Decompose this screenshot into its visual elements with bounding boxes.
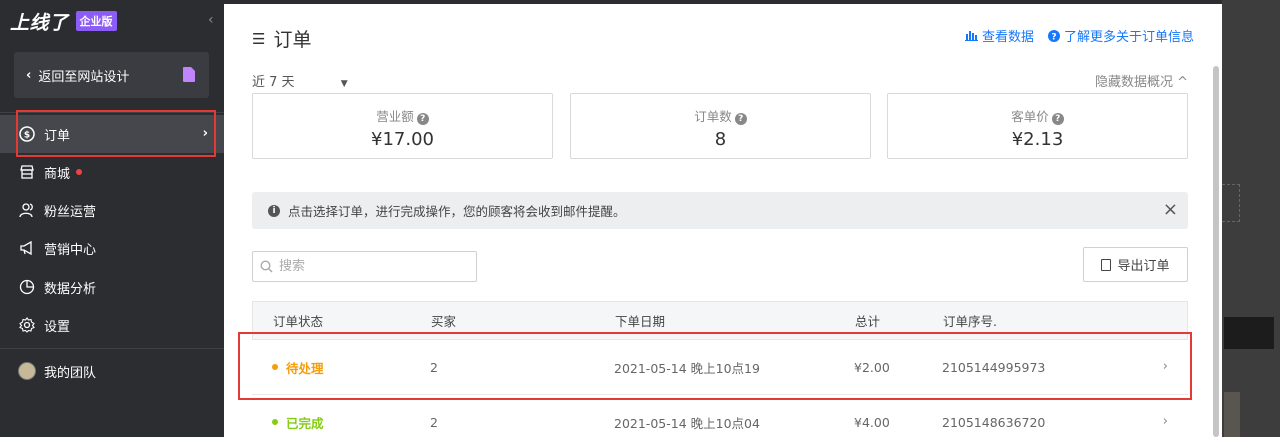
sidebar-item-label: 设置: [44, 319, 71, 335]
help-circle-icon: ?: [1047, 29, 1060, 42]
back-button-label: 返回至网站设计: [38, 69, 130, 85]
search-input[interactable]: [252, 251, 477, 282]
hide-overview-toggle[interactable]: 隐藏数据概况 ^: [1095, 71, 1188, 90]
svg-text:$: $: [24, 131, 30, 141]
store-icon: [18, 163, 36, 181]
stat-value: 8: [714, 129, 727, 150]
sidebar-item-label: 营销中心: [44, 242, 97, 258]
stat-label: 营业额: [376, 109, 414, 124]
avatar: [18, 362, 36, 380]
sidebar-item-store[interactable]: 商城: [0, 153, 224, 191]
backdrop-block: [1224, 317, 1274, 349]
stat-card-order-count: 订单数? 8: [570, 93, 871, 159]
status-dot: [272, 364, 278, 370]
caret-down-icon: ▼: [340, 79, 348, 89]
search-icon: [260, 258, 273, 273]
sidebar-item-label: 订单: [44, 128, 71, 144]
column-header[interactable]: 总计: [855, 302, 880, 339]
close-icon[interactable]: ×: [1163, 199, 1178, 220]
chevron-right-icon: ›: [1162, 414, 1168, 429]
bar-chart-icon: [964, 30, 978, 41]
notice-text: 点击选择订单，进行完成操作，您的顾客将会收到邮件提醒。: [288, 204, 626, 219]
file-icon: [1101, 258, 1112, 271]
table-row[interactable]: 已完成 2 2021-05-14 晚上10点04 ¥4.00 210514863…: [252, 395, 1188, 437]
backdrop-outline: [1222, 184, 1240, 222]
sidebar-item-my-team[interactable]: 我的团队: [0, 352, 224, 390]
header-links: 查看数据 ? 了解更多关于订单信息: [964, 26, 1194, 45]
buyer-cell: 2: [430, 359, 438, 375]
stat-card-avg-order: 客单价? ¥2.13: [887, 93, 1188, 159]
collapse-sidebar-icon[interactable]: ‹: [208, 12, 214, 28]
divider: [0, 112, 224, 113]
currency-circle-icon: $: [18, 125, 36, 143]
learn-more-label: 了解更多关于订单信息: [1063, 30, 1194, 45]
info-icon: i: [268, 204, 280, 217]
sidebar-item-fans[interactable]: 粉丝运营: [0, 191, 224, 229]
order-number-cell: 2105144995973: [942, 359, 1046, 375]
sidebar-item-orders[interactable]: $ 订单 ›: [0, 115, 224, 153]
list-icon: ☰: [252, 29, 266, 48]
orders-panel: ☰ 订单 查看数据 ? 了解更多关于订单信息 近 7 天 ▼ 隐藏数据概况 ^ …: [224, 0, 1222, 437]
date-cell: 2021-05-14 晚上10点04: [614, 415, 760, 431]
divider: [0, 348, 224, 349]
column-header[interactable]: 买家: [431, 302, 456, 339]
table-row[interactable]: 待处理 2 2021-05-14 晚上10点19 ¥2.00 210514499…: [252, 340, 1188, 395]
table-header: 订单状态 买家 下单日期 总计 订单序号.: [252, 301, 1188, 340]
help-icon[interactable]: ?: [416, 113, 429, 125]
page-title-text: 订单: [273, 29, 312, 51]
status-dot: [272, 419, 278, 425]
column-header[interactable]: 订单序号.: [943, 302, 997, 339]
logo-text: 上线了: [10, 11, 69, 34]
svg-text:?: ?: [1051, 32, 1056, 42]
period-select[interactable]: 近 7 天 ▼: [252, 71, 348, 90]
export-orders-button[interactable]: 导出订单: [1083, 247, 1188, 282]
buyer-cell: 2: [430, 414, 438, 430]
sidebar-item-label: 粉丝运营: [44, 204, 97, 220]
sidebar: 上线了 企业版 ‹ ‹ 返回至网站设计 $ 订单 › 商城 粉丝运营 营销中心: [0, 0, 224, 437]
chevron-right-icon: ›: [202, 126, 208, 141]
scrollbar[interactable]: [1213, 66, 1219, 437]
column-header[interactable]: 订单状态: [273, 302, 323, 339]
page-title: ☰ 订单: [252, 25, 311, 52]
backdrop-image: [1224, 392, 1240, 437]
stat-label: 订单数: [694, 109, 732, 124]
total-cell: ¥4.00: [854, 414, 890, 430]
sidebar-item-label: 我的团队: [44, 365, 97, 381]
sidebar-item-settings[interactable]: 设置: [0, 306, 224, 344]
top-bar: [224, 0, 1222, 4]
stat-label: 客单价: [1011, 109, 1049, 124]
help-icon[interactable]: ?: [1051, 113, 1064, 125]
view-data-label: 查看数据: [981, 30, 1034, 45]
learn-more-link[interactable]: ? 了解更多关于订单信息: [1047, 26, 1194, 45]
order-number-cell: 2105148636720: [942, 414, 1046, 430]
users-icon: [18, 201, 36, 219]
chevron-left-icon: ‹: [26, 67, 32, 83]
megaphone-icon: [18, 239, 36, 257]
help-icon[interactable]: ?: [734, 113, 747, 125]
back-to-site-design-button[interactable]: ‹ 返回至网站设计: [14, 52, 209, 98]
gear-icon: [18, 316, 36, 334]
column-header[interactable]: 下单日期: [615, 302, 665, 339]
pie-chart-icon: [18, 278, 36, 296]
period-label: 近 7 天: [252, 75, 295, 90]
notification-dot: [76, 169, 83, 175]
edition-badge: 企业版: [75, 11, 117, 31]
view-data-link[interactable]: 查看数据: [964, 26, 1034, 45]
date-cell: 2021-05-14 晚上10点19: [614, 360, 760, 376]
total-cell: ¥2.00: [854, 359, 890, 375]
status-badge: 已完成: [286, 415, 324, 431]
sidebar-item-label: 数据分析: [44, 281, 97, 297]
stat-value: ¥2.13: [1011, 129, 1064, 150]
logo: 上线了 企业版: [10, 9, 117, 34]
document-icon: [183, 67, 195, 82]
stat-card-revenue: 营业额? ¥17.00: [252, 93, 553, 159]
sidebar-item-analytics[interactable]: 数据分析: [0, 268, 224, 306]
export-label: 导出订单: [1117, 259, 1170, 274]
status-badge: 待处理: [286, 360, 324, 376]
sidebar-item-label: 商城: [44, 166, 71, 182]
sidebar-item-marketing[interactable]: 营销中心: [0, 229, 224, 267]
info-notice: i 点击选择订单，进行完成操作，您的顾客将会收到邮件提醒。 ×: [252, 192, 1188, 229]
stat-value: ¥17.00: [371, 129, 434, 150]
chevron-right-icon: ›: [1162, 359, 1168, 374]
